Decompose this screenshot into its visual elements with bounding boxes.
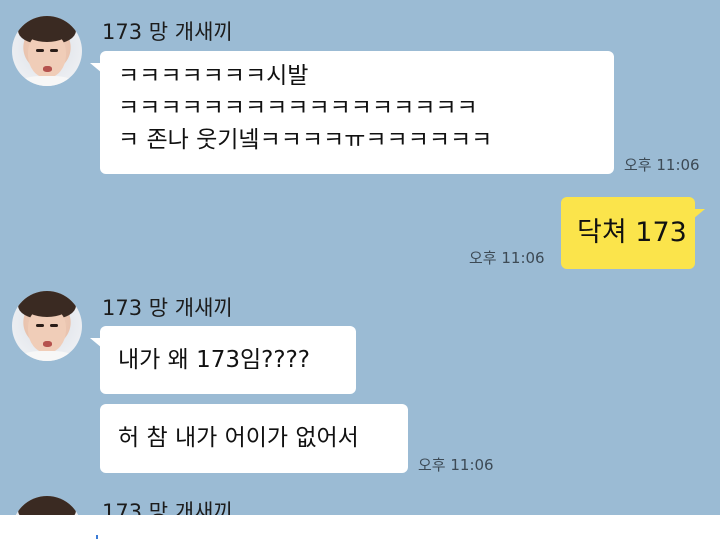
message-time: 오후 11:06 bbox=[624, 156, 700, 174]
sender-name: 173 망 개새끼 bbox=[102, 20, 233, 44]
avatar[interactable] bbox=[12, 16, 82, 86]
my-message-bubble[interactable]: 닥쳐 173 bbox=[561, 197, 705, 269]
message-line: ㅋ 존나 웃기넼ㅋㅋㅋㅋㅠㅋㅋㅋㅋㅋㅋ bbox=[118, 127, 493, 153]
avatar[interactable] bbox=[12, 291, 82, 361]
message-line: ㅋㅋㅋㅋㅋㅋㅋ시발 bbox=[118, 63, 309, 89]
sender-name: 173 망 개새끼 bbox=[102, 296, 233, 320]
input-cursor bbox=[96, 535, 98, 539]
message-line: ㅋㅋㅋㅋㅋㅋㅋㅋㅋㅋㅋㅋㅋㅋㅋㅋㅋ bbox=[118, 95, 478, 121]
message-input-area[interactable] bbox=[0, 515, 720, 540]
message-bubble[interactable]: 허 참 내가 어이가 없어서 bbox=[100, 404, 408, 473]
message-bubble[interactable]: ㅋㅋㅋㅋㅋㅋㅋ시발 ㅋㅋㅋㅋㅋㅋㅋㅋㅋㅋㅋㅋㅋㅋㅋㅋㅋ ㅋ 존나 웃기넼ㅋㅋㅋㅋ… bbox=[90, 51, 614, 174]
message-time: 오후 11:06 bbox=[418, 456, 494, 474]
message-time: 오후 11:06 bbox=[469, 249, 545, 267]
message-bubble[interactable]: 내가 왜 173임???? bbox=[90, 326, 356, 394]
